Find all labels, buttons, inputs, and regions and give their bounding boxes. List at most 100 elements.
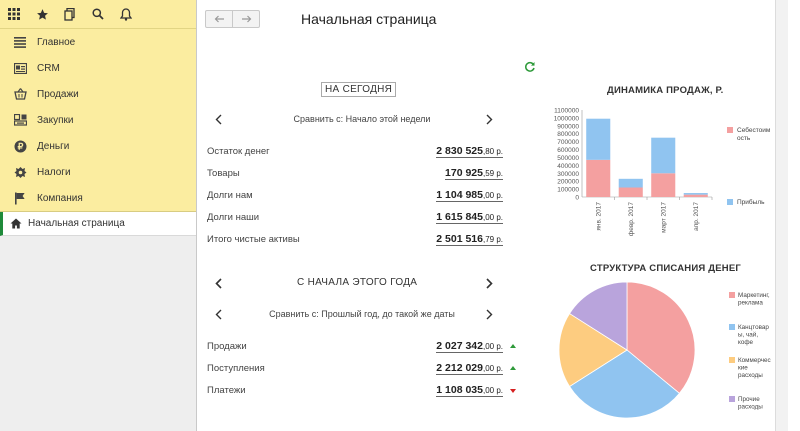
expense-chart-title: СТРУКТУРА СПИСАНИЯ ДЕНЕГ xyxy=(590,263,741,274)
chevron-left-icon xyxy=(215,309,221,319)
bar-segment xyxy=(586,118,611,160)
notifications-bell-icon[interactable] xyxy=(112,0,140,28)
legend-label: ы, чай, xyxy=(738,331,758,339)
trend-down-icon xyxy=(510,389,516,393)
year-prev-arrow[interactable] xyxy=(213,277,223,289)
year-row-payments[interactable]: Платежи 1 108 035,00 р. xyxy=(207,383,503,399)
sidebar-item-company[interactable]: Компания xyxy=(0,185,196,211)
value-fraction: ,79 р. xyxy=(482,235,503,244)
today-row-cash[interactable]: Остаток денег 2 830 525,80 р. xyxy=(207,144,503,160)
value-whole: 2 501 516 xyxy=(436,233,483,245)
crm-card-icon xyxy=(13,61,27,75)
value-whole: 1 104 985 xyxy=(436,189,483,201)
legend-label: реклама xyxy=(738,300,763,307)
back-button[interactable] xyxy=(206,11,232,27)
row-value[interactable]: 2 830 525,80 р. xyxy=(436,145,503,158)
sales-bar-chart[interactable]: 0100000200000300000400000500000600000700… xyxy=(542,100,782,250)
bar-segment xyxy=(586,159,611,197)
legend-label: Коммерчес xyxy=(738,357,771,364)
row-label: Поступления xyxy=(207,363,265,374)
year-row-receipts[interactable]: Поступления 2 212 029,00 р. xyxy=(207,361,503,377)
year-compare-prev-arrow[interactable] xyxy=(213,308,223,320)
today-row-receivables[interactable]: Долги нам 1 104 985,00 р. xyxy=(207,188,503,204)
trend-up-icon xyxy=(510,344,516,348)
sidebar-item-money[interactable]: ₽ Деньги xyxy=(0,133,196,159)
year-compare-link[interactable]: Сравнить с: Прошлый год, до такой же дат… xyxy=(237,309,487,319)
row-value[interactable]: 1 615 845,00 р. xyxy=(436,211,503,224)
arrow-left-icon xyxy=(214,15,224,23)
row-label: Товары xyxy=(207,168,240,179)
main-content: Начальная страница НА СЕГОДНЯ Сравнить с… xyxy=(197,0,788,431)
y-tick-label: 500000 xyxy=(557,155,579,162)
y-tick-label: 700000 xyxy=(557,139,579,146)
search-icon[interactable] xyxy=(84,0,112,28)
basket-icon xyxy=(13,87,27,101)
today-row-payables[interactable]: Долги наши 1 615 845,00 р. xyxy=(207,210,503,226)
sidebar-item-main[interactable]: Главное xyxy=(0,29,196,55)
row-value[interactable]: 1 108 035,00 р. xyxy=(436,384,503,397)
legend-label: Прочие xyxy=(738,396,760,403)
row-label: Платежи xyxy=(207,385,246,396)
y-tick-label: 100000 xyxy=(557,187,579,194)
bar-segment xyxy=(651,173,676,197)
menu-lines-icon xyxy=(13,35,27,49)
today-prev-arrow[interactable] xyxy=(213,113,223,125)
row-value[interactable]: 2 212 029,00 р. xyxy=(436,362,503,375)
row-label: Остаток денег xyxy=(207,146,270,157)
chevron-right-icon xyxy=(485,277,493,289)
value-whole: 2 027 342 xyxy=(436,340,483,352)
sidebar-sections: Главное CRM Продажи Закупки ₽ Деньги Нал… xyxy=(0,0,196,212)
value-fraction: ,80 р. xyxy=(482,147,503,156)
row-label: Долги нам xyxy=(207,190,253,201)
history-icon[interactable] xyxy=(56,0,84,28)
value-fraction: ,00 р. xyxy=(482,386,503,395)
arrow-right-icon xyxy=(241,15,251,23)
x-tick-label: янв. 2017 xyxy=(595,202,602,231)
money-coin-icon: ₽ xyxy=(13,139,27,153)
row-value[interactable]: 2 501 516,79 р. xyxy=(436,233,503,246)
apps-grid-icon[interactable] xyxy=(0,0,28,28)
purchase-icon xyxy=(13,113,27,127)
navigation-buttons xyxy=(205,10,260,28)
year-compare-next-arrow[interactable] xyxy=(484,308,494,320)
sidebar-item-taxes[interactable]: Налоги xyxy=(0,159,196,185)
sidebar-item-purchases[interactable]: Закупки xyxy=(0,107,196,133)
row-label: Продажи xyxy=(207,341,247,352)
bar-segment xyxy=(618,178,643,188)
row-value[interactable]: 2 027 342,00 р. xyxy=(436,340,503,353)
legend-label: Себестоим xyxy=(737,126,771,134)
x-tick-label: апр. 2017 xyxy=(693,202,700,231)
today-section-title[interactable]: НА СЕГОДНЯ xyxy=(321,82,397,97)
y-tick-label: 300000 xyxy=(557,171,579,178)
row-value[interactable]: 170 925,59 р. xyxy=(445,167,503,180)
legend-label: расходы xyxy=(738,372,763,379)
refresh-icon[interactable] xyxy=(524,61,536,73)
today-next-arrow[interactable] xyxy=(484,113,494,125)
year-next-arrow[interactable] xyxy=(484,277,494,289)
year-row-sales[interactable]: Продажи 2 027 342,00 р. xyxy=(207,339,503,355)
legend-swatch xyxy=(729,292,735,298)
today-row-net-assets[interactable]: Итого чистые активы 2 501 516,79 р. xyxy=(207,232,503,248)
row-value[interactable]: 1 104 985,00 р. xyxy=(436,189,503,202)
today-compare-link[interactable]: Сравнить с: Начало этой недели xyxy=(237,114,487,124)
vertical-scrollbar[interactable] xyxy=(775,0,788,431)
open-tab-home-page[interactable]: Начальная страница xyxy=(0,212,196,236)
x-tick-label: февр. 2017 xyxy=(628,202,635,236)
expense-pie-chart[interactable]: Маркетинг,реклама Канцтовары, чай,кофе Ком… xyxy=(557,278,782,426)
favorites-star-icon[interactable] xyxy=(28,0,56,28)
legend-swatch xyxy=(729,324,735,330)
legend-label: Канцтовар xyxy=(738,324,769,331)
sidebar: Главное CRM Продажи Закупки ₽ Деньги Нал… xyxy=(0,0,197,431)
row-label: Итого чистые активы xyxy=(207,234,300,245)
chevron-left-icon xyxy=(215,114,221,124)
forward-button[interactable] xyxy=(232,11,259,27)
y-tick-label: 1000000 xyxy=(554,115,580,122)
y-tick-label: 800000 xyxy=(557,131,579,138)
sidebar-item-sales[interactable]: Продажи xyxy=(0,81,196,107)
y-tick-label: 400000 xyxy=(557,163,579,170)
today-row-goods[interactable]: Товары 170 925,59 р. xyxy=(207,166,503,182)
sidebar-item-label: Деньги xyxy=(37,140,70,152)
sidebar-item-crm[interactable]: CRM xyxy=(0,55,196,81)
emblem-icon xyxy=(13,165,27,179)
bar-segment xyxy=(683,194,708,197)
